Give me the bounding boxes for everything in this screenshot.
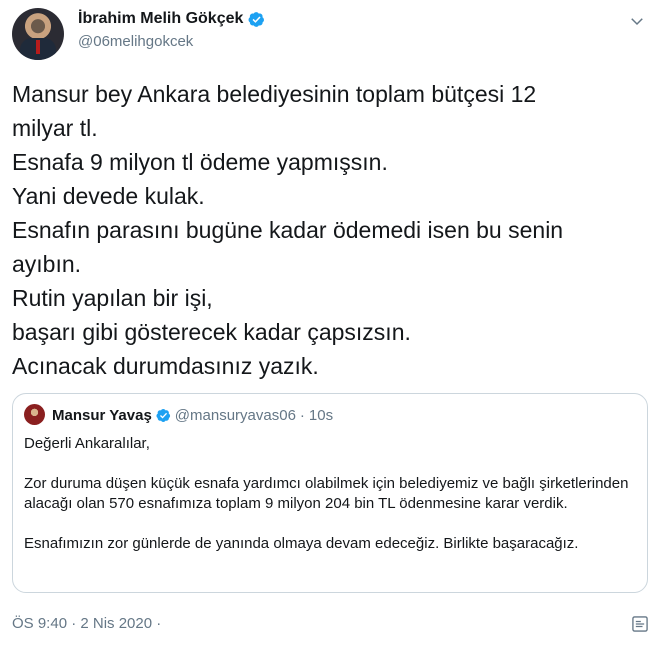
quoted-display-name[interactable]: Mansur Yavaş xyxy=(52,407,152,424)
tweet-text-line: ayıbın. xyxy=(12,251,82,277)
quoted-header: Mansur Yavaş @mansuryavas06 · 10s xyxy=(52,407,333,424)
author-display-name[interactable]: İbrahim Melih Gökçek xyxy=(78,10,243,28)
verified-badge-icon xyxy=(248,11,265,27)
author-handle[interactable]: @06melihgokcek xyxy=(78,33,193,50)
tweet-text-line: Esnafın parasını bugüne kadar ödemedi is… xyxy=(12,217,564,243)
quoted-tweet[interactable]: Mansur Yavaş @mansuryavas06 · 10s Değerl… xyxy=(12,393,648,593)
avatar-tie xyxy=(36,40,40,54)
tweet-text-line: milyar tl. xyxy=(12,115,98,141)
tweet-timestamp[interactable]: ÖS 9:40 · 2 Nis 2020 · xyxy=(12,615,161,632)
avatar[interactable] xyxy=(12,8,64,60)
tweet: İbrahim Melih Gökçek @06melihgokcek Mans… xyxy=(0,0,660,653)
quoted-paragraph: Değerli Ankaralılar, xyxy=(24,435,150,452)
chevron-down-icon[interactable] xyxy=(628,12,646,30)
quoted-avatar[interactable] xyxy=(24,404,45,425)
tweet-text-line: Esnafa 9 milyon tl ödeme yapmışsın. xyxy=(12,149,388,175)
analytics-icon[interactable] xyxy=(630,614,650,634)
author-name-row[interactable]: İbrahim Melih Gökçek xyxy=(78,10,265,28)
quoted-paragraph: Esnafımızın zor günlerde de yanında olma… xyxy=(24,535,579,552)
tweet-text-line: Rutin yapılan bir işi, xyxy=(12,285,213,311)
quoted-paragraph: Zor duruma düşen küçük esnafa yardımcı o… xyxy=(24,475,629,512)
tweet-text-line: Acınacak durumdasınız yazık. xyxy=(12,353,319,379)
tweet-text-line: Mansur bey Ankara belediyesinin toplam b… xyxy=(12,81,537,107)
tweet-text-line: Yani devede kulak. xyxy=(12,183,205,209)
quoted-time[interactable]: 10s xyxy=(309,407,333,424)
quoted-separator: · xyxy=(299,407,305,424)
quoted-text: Değerli Ankaralılar, Zor duruma düşen kü… xyxy=(24,434,636,554)
quoted-handle[interactable]: @mansuryavas06 xyxy=(175,407,296,424)
tweet-text: Mansur bey Ankara belediyesinin toplam b… xyxy=(12,77,642,383)
verified-badge-icon xyxy=(156,409,170,422)
tweet-text-line: başarı gibi gösterecek kadar çapsızsın. xyxy=(12,319,411,345)
